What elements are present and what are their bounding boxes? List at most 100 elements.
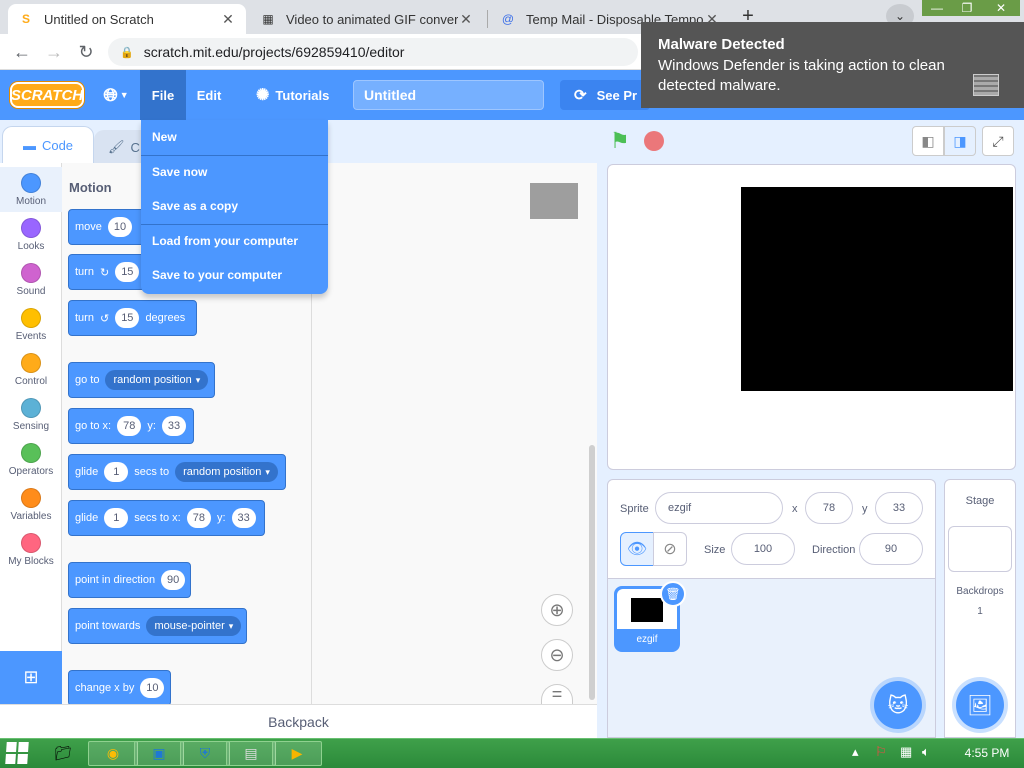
tray-chevron-up-icon[interactable]: ▴ [852,744,859,760]
zoom-out-icon: ⊖ [549,644,565,665]
file-explorer-icon[interactable]: 📁︎ [38,741,88,766]
show-sprite-button[interactable]: 👁︎ [620,532,654,566]
category-sound[interactable]: Sound [0,257,62,302]
category-motion[interactable]: Motion [0,167,62,212]
stop-icon[interactable] [644,131,664,151]
menu-item-save-now[interactable]: Save now [141,155,328,189]
scratch-logo[interactable]: SCRATCH [10,82,84,108]
block-number-input[interactable]: 1 [104,462,129,482]
add-extension-button[interactable]: ⊞ [0,651,62,704]
block-turn-left[interactable]: turn ↺ 15 degrees [68,300,197,336]
tutorials-label: Tutorials [275,87,330,103]
block-y-input[interactable]: 33 [231,508,256,528]
block-number-input[interactable]: 15 [115,262,140,282]
block-point-towards[interactable]: point towards mouse-pointer [68,608,247,644]
document-taskbar-icon[interactable]: ▤ [226,741,276,766]
sprite-size-input[interactable]: 100 [731,533,795,565]
block-y-input[interactable]: 33 [161,416,187,436]
sprite-name-input[interactable]: ezgif [655,492,783,524]
category-looks[interactable]: Looks [0,212,62,257]
tab-code[interactable]: ▬ Code [2,126,94,164]
close-icon[interactable]: ✕ [458,11,474,28]
network-icon[interactable]: ▦ [900,744,912,760]
app-window-taskbar-icon[interactable]: ▣ [134,741,184,766]
block-glide[interactable]: glide 1 secs to random position [68,454,286,490]
hide-sprite-button[interactable]: ⊘ [653,532,687,566]
sprite-x-input[interactable]: 78 [805,492,853,524]
windows-start-icon[interactable] [5,742,31,764]
forward-arrow-icon[interactable]: → [44,42,64,62]
zoom-in-button[interactable]: ⊕ [541,594,573,626]
block-dropdown[interactable]: random position [105,370,209,390]
defender-taskbar-icon[interactable]: ⛨ [180,741,230,766]
green-flag-icon[interactable]: ⚑ [610,129,636,153]
category-control[interactable]: Control [0,347,62,392]
url-field[interactable]: 🔒 scratch.mit.edu/projects/692859410/edi… [108,38,638,66]
large-stage-button[interactable]: ◨ [944,126,976,156]
sprite-y-input[interactable]: 33 [875,492,923,524]
block-go-to-xy[interactable]: go to x: 78 y: 33 [68,408,194,444]
language-menu[interactable]: 🌐︎ ▼ [92,70,140,120]
block-number-input[interactable]: 1 [104,508,129,528]
fullscreen-button[interactable]: ⤢ [982,126,1014,156]
category-variables[interactable]: Variables [0,482,62,527]
backpack[interactable]: Backpack [0,704,597,738]
file-menu[interactable]: File [140,70,186,120]
tab-ezgif[interactable]: ▦ Video to animated GIF converter ✕ [250,4,484,34]
block-dropdown[interactable]: random position [175,462,278,482]
malware-notification[interactable]: Malware Detected Windows Defender is tak… [641,22,1024,108]
category-operators[interactable]: Operators [0,437,62,482]
block-change-x[interactable]: change x by 10 [68,670,171,706]
see-project-page-button[interactable]: ⟳ See Pr [560,80,650,110]
notification-title: Malware Detected [658,36,785,53]
menu-item-load-from-computer[interactable]: Load from your computer [141,224,328,258]
choose-sprite-button[interactable]: 🐱︎ [874,681,922,729]
block-number-input[interactable]: 10 [140,678,165,698]
block-move[interactable]: move 10 [68,209,148,245]
block-turn-right[interactable]: turn ↻ 15 [68,254,148,290]
reload-icon[interactable]: ↻ [76,42,96,62]
close-window-button[interactable]: ✕ [982,0,1020,16]
block-go-to[interactable]: go to random position [68,362,215,398]
maximize-button[interactable]: ❐ [952,0,982,16]
category-sensing[interactable]: Sensing [0,392,62,437]
choose-backdrop-button[interactable]: 🖼︎ [956,681,1004,729]
stage-thumbnail[interactable] [948,526,1012,572]
eye-slash-icon: ⊘ [663,541,677,558]
chrome-taskbar-icon[interactable]: ◉ [88,741,138,766]
block-number-input[interactable]: 10 [107,217,133,237]
back-arrow-icon[interactable]: ← [12,42,32,62]
category-label: Variables [10,511,52,522]
project-title-input[interactable]: Untitled [353,80,544,110]
block-glide-xy[interactable]: glide 1 secs to x: 78 y: 33 [68,500,265,536]
block-x-input[interactable]: 78 [186,508,211,528]
delete-sprite-button[interactable]: 🗑︎ [660,581,686,607]
menu-item-save-as-copy[interactable]: Save as a copy [141,189,328,223]
category-label: Looks [17,241,45,252]
zoom-out-button[interactable]: ⊖ [541,639,573,671]
block-number-input[interactable]: 90 [161,570,186,590]
small-stage-button[interactable]: ◧ [912,126,944,156]
tab-scratch[interactable]: S Untitled on Scratch ✕ [8,4,246,34]
block-dropdown[interactable]: mouse-pointer [146,616,242,636]
defender-alert-icon[interactable]: ⚐ [875,744,887,760]
category-events[interactable]: Events [0,302,62,347]
block-point-in-direction[interactable]: point in direction 90 [68,562,191,598]
block-x-input[interactable]: 78 [117,416,142,436]
block-number-input[interactable]: 15 [115,308,140,328]
minimize-button[interactable]: — [922,0,952,16]
sprite-direction-input[interactable]: 90 [859,533,923,565]
close-icon[interactable]: ✕ [220,11,236,28]
volume-icon[interactable]: 🔈︎ [922,744,930,760]
stage-panel-title: Stage [965,495,995,507]
edit-menu[interactable]: Edit [186,70,232,120]
category-my-blocks[interactable]: My Blocks [0,527,62,572]
menu-item-save-to-computer[interactable]: Save to your computer [141,258,328,292]
stage-sprite-ezgif[interactable] [741,187,1013,391]
menu-item-new[interactable]: New [141,120,328,154]
media-player-taskbar-icon[interactable]: ▶ [272,741,322,766]
tutorials-menu[interactable]: ✺ Tutorials [244,70,344,120]
script-scrollbar[interactable] [589,445,595,700]
block-label: secs to [134,466,170,478]
taskbar-clock[interactable]: 4:55 PM [957,738,1017,768]
